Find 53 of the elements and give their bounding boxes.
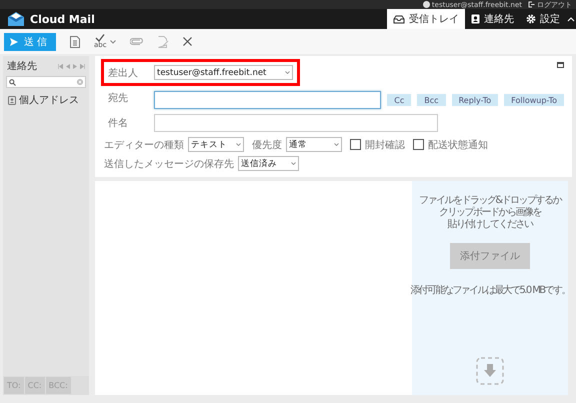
window-icon[interactable] bbox=[557, 62, 564, 68]
paperclip-icon[interactable] bbox=[130, 38, 144, 45]
drop-hint: ファイルをドラッグ&ドロップするか クリップボードから画像を 貼り付けしてください bbox=[418, 195, 562, 231]
dropdown-caret-icon bbox=[334, 143, 339, 146]
contact-icon bbox=[471, 14, 480, 24]
priority-select[interactable]: 通常 bbox=[286, 137, 342, 152]
to-label: 宛先 bbox=[108, 92, 129, 105]
save-folder-label: 送信したメッセージの保存先 bbox=[104, 158, 234, 170]
previous-icon[interactable] bbox=[66, 64, 70, 68]
checkbox[interactable] bbox=[350, 139, 361, 150]
nav-tab[interactable]: 設定 bbox=[520, 9, 566, 29]
editor-type-select[interactable]: テキスト bbox=[188, 137, 244, 152]
search-field[interactable] bbox=[6, 76, 86, 88]
user-icon bbox=[422, 1, 430, 8]
add-recipient-button[interactable]: Followup-To bbox=[504, 94, 564, 106]
edit-icon[interactable] bbox=[158, 36, 169, 48]
document-icon[interactable] bbox=[70, 36, 80, 48]
checkbox-label: 配送状態通知 bbox=[428, 138, 488, 152]
subject-field[interactable] bbox=[154, 114, 438, 132]
subject-label: 件名 bbox=[108, 117, 129, 130]
first-page-icon[interactable] bbox=[58, 64, 63, 68]
next-icon[interactable] bbox=[73, 64, 77, 68]
search-icon bbox=[9, 78, 16, 86]
dropdown-caret-icon bbox=[291, 162, 296, 165]
size-limit-text: 添付可能なファイルは最大で5.0 MBです。 bbox=[410, 284, 570, 297]
clear-icon[interactable] bbox=[77, 79, 83, 85]
drop-zone-icon bbox=[476, 357, 504, 385]
add-recipient-button[interactable]: Cc bbox=[387, 94, 412, 106]
app-name: Cloud Mail bbox=[30, 12, 95, 26]
from-select[interactable]: testuser@staff.freebit.net bbox=[154, 65, 293, 80]
priority-label: 優先度 bbox=[252, 138, 282, 152]
send-icon bbox=[10, 38, 18, 46]
inbox-icon bbox=[393, 14, 405, 24]
logo-icon bbox=[8, 12, 24, 26]
to-field[interactable] bbox=[154, 91, 382, 109]
settings-icon bbox=[526, 14, 536, 24]
editor-type-label: エディターの種類 bbox=[104, 138, 184, 152]
from-label: 差出人 bbox=[108, 66, 139, 80]
checkbox-label: 開封確認 bbox=[365, 138, 405, 152]
sidebar-title: 連絡先 bbox=[7, 60, 37, 73]
last-page-icon[interactable] bbox=[80, 64, 85, 68]
dropdown-caret-icon bbox=[285, 71, 290, 74]
contact-card-icon bbox=[8, 96, 16, 104]
logout-icon bbox=[528, 1, 535, 8]
close-icon[interactable] bbox=[182, 37, 192, 46]
dropdown-caret-icon bbox=[236, 143, 241, 146]
add-recipient-button[interactable]: Bcc bbox=[417, 94, 446, 106]
checkbox[interactable] bbox=[413, 139, 424, 150]
add-recipient-button[interactable]: Reply-To bbox=[452, 94, 498, 106]
nav-tab[interactable]: 連絡先 bbox=[465, 9, 520, 29]
save-folder-select[interactable]: 送信済み bbox=[238, 156, 299, 171]
address-book-item[interactable]: 個人アドレス bbox=[3, 88, 89, 112]
nav-tab[interactable]: 受信トレイ bbox=[387, 9, 465, 29]
